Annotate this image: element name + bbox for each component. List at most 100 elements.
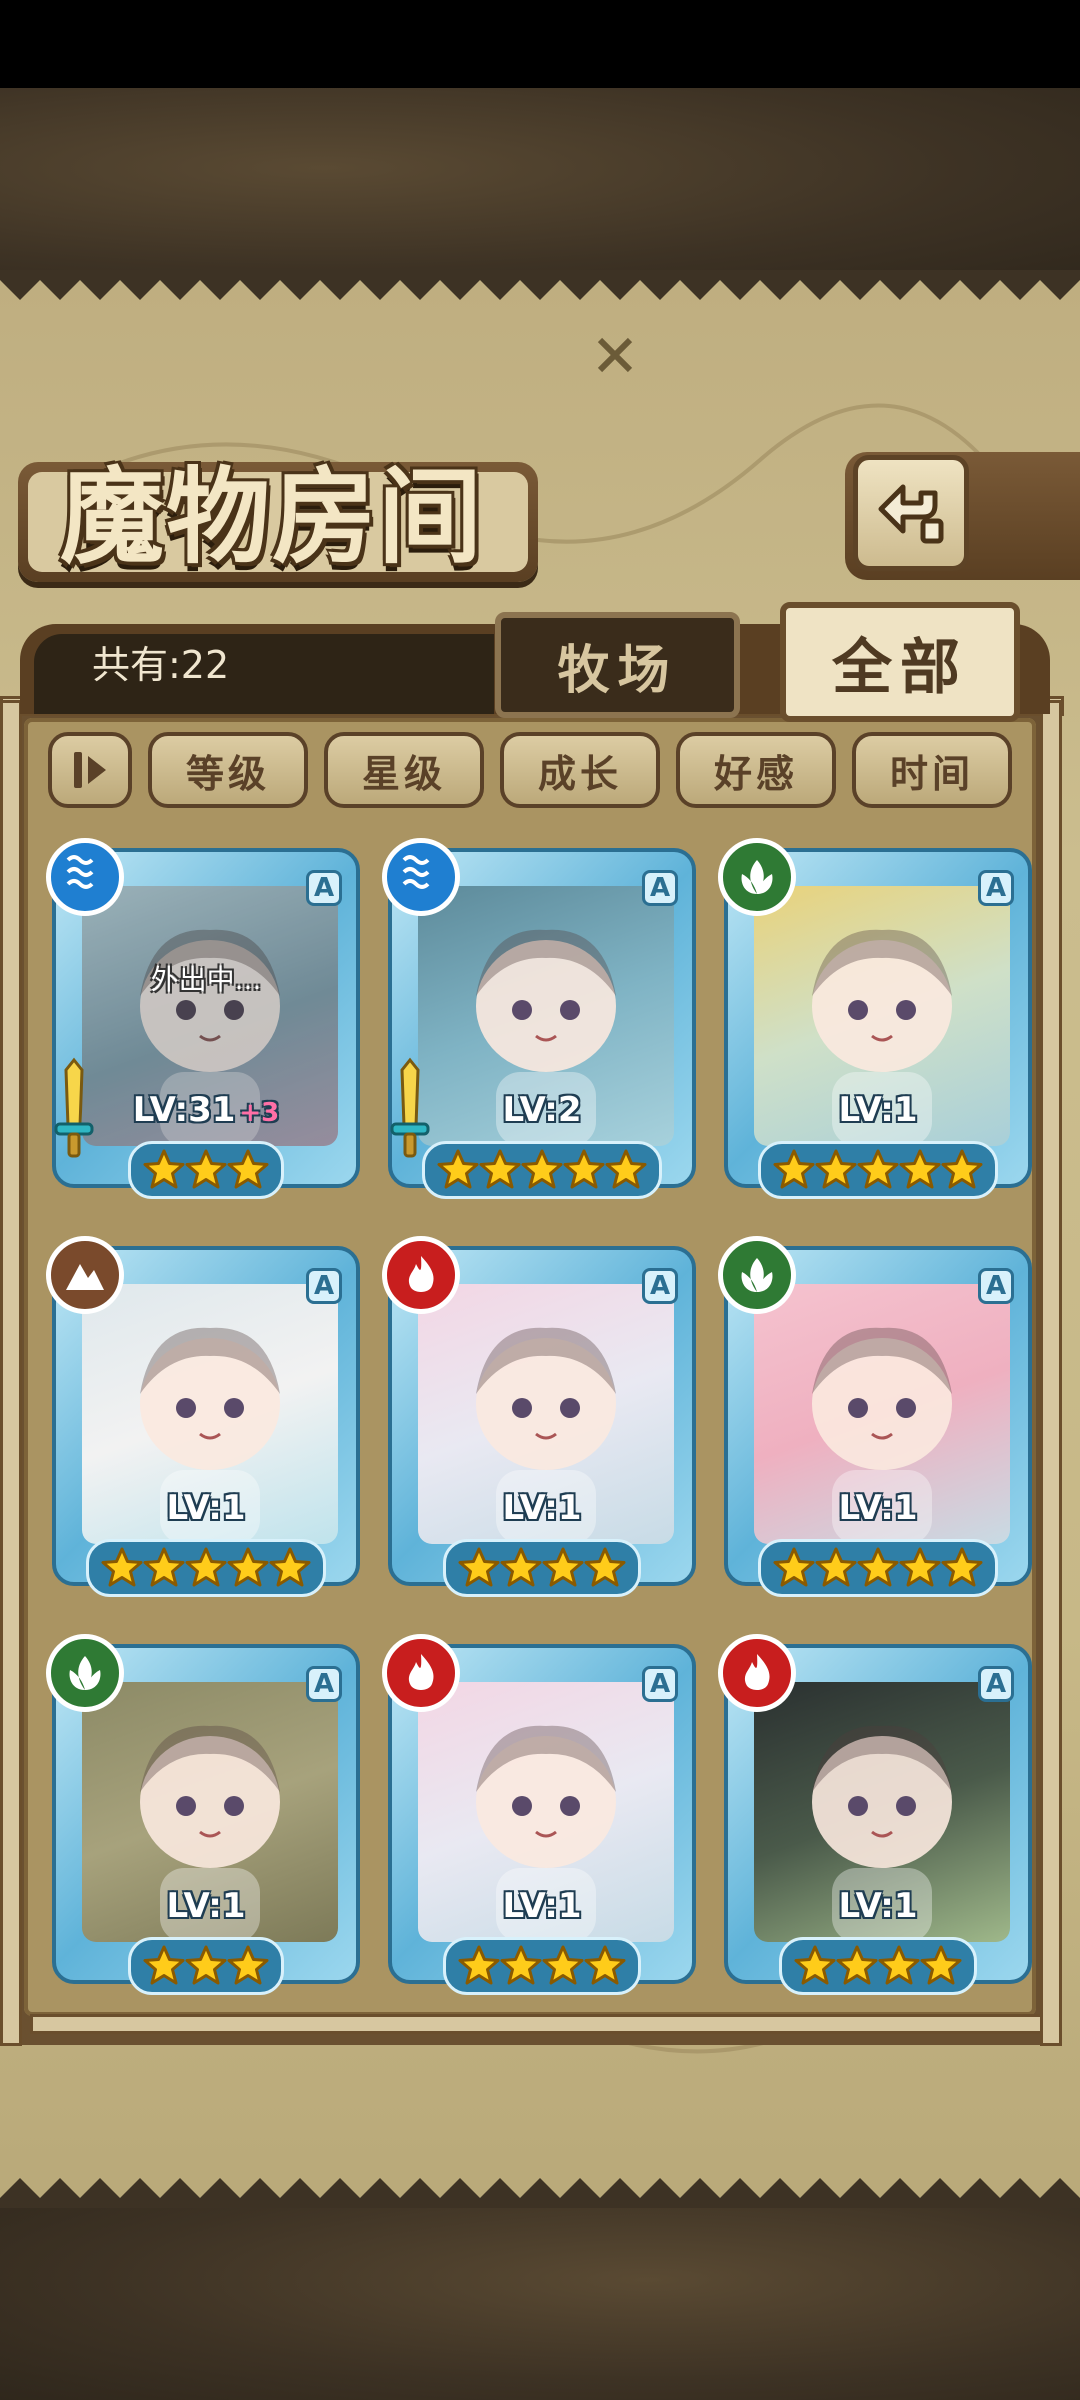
monster-card[interactable]: A LV:1 <box>46 1236 360 1606</box>
rank-badge: A <box>642 1268 678 1304</box>
level-value: LV:1 <box>166 1886 246 1926</box>
level-value: LV:1 <box>502 1488 582 1528</box>
sort-order-button[interactable] <box>48 732 132 808</box>
star-rating <box>388 1138 696 1202</box>
star-icon <box>500 1547 542 1587</box>
level-value: LV:1 <box>502 1886 582 1926</box>
star-icon <box>815 1547 857 1587</box>
star-icon <box>857 1149 899 1189</box>
map-background-bottom <box>0 2200 1080 2400</box>
level-label: LV:2 <box>388 1090 696 1130</box>
star-icon <box>584 1547 626 1587</box>
star-icon <box>920 1945 962 1985</box>
star-rating <box>388 1536 696 1600</box>
star-icon <box>542 1547 584 1587</box>
fire-element-icon <box>382 1236 460 1314</box>
level-label: LV:1 <box>388 1886 696 1926</box>
star-icon <box>941 1547 983 1587</box>
star-rating <box>52 1138 360 1202</box>
star-icon <box>773 1149 815 1189</box>
panel-rail-bottom <box>30 2014 1056 2034</box>
level-value: LV:1 <box>166 1488 246 1528</box>
wood-element-icon <box>46 1634 124 1712</box>
fire-element-icon <box>382 1634 460 1712</box>
monster-card[interactable]: A LV:1 <box>718 838 1032 1208</box>
level-bonus: +3 <box>239 1098 280 1128</box>
star-icon <box>269 1547 311 1587</box>
sort-toggle-icon <box>74 752 106 788</box>
star-icon <box>773 1547 815 1587</box>
rank-badge: A <box>978 870 1014 906</box>
star-icon <box>815 1149 857 1189</box>
star-icon <box>836 1945 878 1985</box>
panel-rail-right <box>1040 700 1062 2046</box>
monster-card[interactable]: A LV:1 <box>718 1634 1032 2004</box>
water-element-icon <box>382 838 460 916</box>
monster-count: 共有:22 <box>92 643 230 687</box>
star-rating <box>724 1536 1032 1600</box>
star-icon <box>899 1149 941 1189</box>
level-value: LV:2 <box>502 1090 582 1130</box>
rank-badge: A <box>642 870 678 906</box>
star-rating <box>52 1536 360 1600</box>
rank-badge: A <box>306 870 342 906</box>
star-icon <box>899 1547 941 1587</box>
star-icon <box>794 1945 836 1985</box>
filter-star-button[interactable]: 星级 <box>324 732 484 808</box>
level-value: LV:1 <box>838 1488 918 1528</box>
status-bar <box>0 0 1080 88</box>
star-icon <box>227 1149 269 1189</box>
water-element-icon <box>46 838 124 916</box>
star-icon <box>101 1547 143 1587</box>
back-button[interactable] <box>853 455 969 571</box>
monster-card[interactable]: A LV:1 <box>46 1634 360 2004</box>
level-value: LV:31 <box>132 1090 236 1130</box>
filter-growth-button[interactable]: 成长 <box>500 732 660 808</box>
monster-card[interactable]: A LV:2 <box>382 838 696 1208</box>
star-icon <box>563 1149 605 1189</box>
map-background-top <box>0 88 1080 288</box>
star-icon <box>542 1945 584 1985</box>
rank-badge: A <box>306 1666 342 1702</box>
star-icon <box>143 1547 185 1587</box>
earth-element-icon <box>46 1236 124 1314</box>
star-icon <box>185 1547 227 1587</box>
filter-time-button[interactable]: 时间 <box>852 732 1012 808</box>
level-label: LV:1 <box>724 1886 1032 1926</box>
monster-card[interactable]: A 外出中... LV:31 +3 <box>46 838 360 1208</box>
monster-card[interactable]: A LV:1 <box>382 1236 696 1606</box>
level-label: LV:1 <box>52 1488 360 1528</box>
star-icon <box>458 1547 500 1587</box>
filter-level-button[interactable]: 等级 <box>148 732 308 808</box>
level-value: LV:1 <box>838 1886 918 1926</box>
monster-card[interactable]: A LV:1 <box>718 1236 1032 1606</box>
level-label: LV:1 <box>724 1090 1032 1130</box>
star-icon <box>437 1149 479 1189</box>
star-rating <box>52 1934 360 1998</box>
star-icon <box>584 1945 626 1985</box>
star-icon <box>500 1945 542 1985</box>
page-title: 魔物房间 <box>60 455 485 578</box>
star-icon <box>857 1547 899 1587</box>
star-icon <box>185 1149 227 1189</box>
torn-edge-bottom <box>0 2178 1080 2208</box>
star-rating <box>724 1138 1032 1202</box>
tab-all[interactable]: 全部 <box>780 602 1020 722</box>
star-rating <box>724 1934 1032 1998</box>
wood-element-icon <box>718 838 796 916</box>
panel-rail-left <box>0 700 22 2046</box>
star-icon <box>143 1149 185 1189</box>
rank-badge: A <box>978 1666 1014 1702</box>
tab-ranch[interactable]: 牧场 <box>495 612 740 718</box>
torn-edge-top <box>0 270 1080 300</box>
wood-element-icon <box>718 1236 796 1314</box>
star-icon <box>227 1945 269 1985</box>
star-icon <box>479 1149 521 1189</box>
level-value: LV:1 <box>838 1090 918 1130</box>
outing-status: 外出中... <box>150 963 262 996</box>
level-label: LV:1 <box>724 1488 1032 1528</box>
star-icon <box>185 1945 227 1985</box>
monster-card[interactable]: A LV:1 <box>382 1634 696 2004</box>
star-icon <box>521 1149 563 1189</box>
filter-affection-button[interactable]: 好感 <box>676 732 836 808</box>
